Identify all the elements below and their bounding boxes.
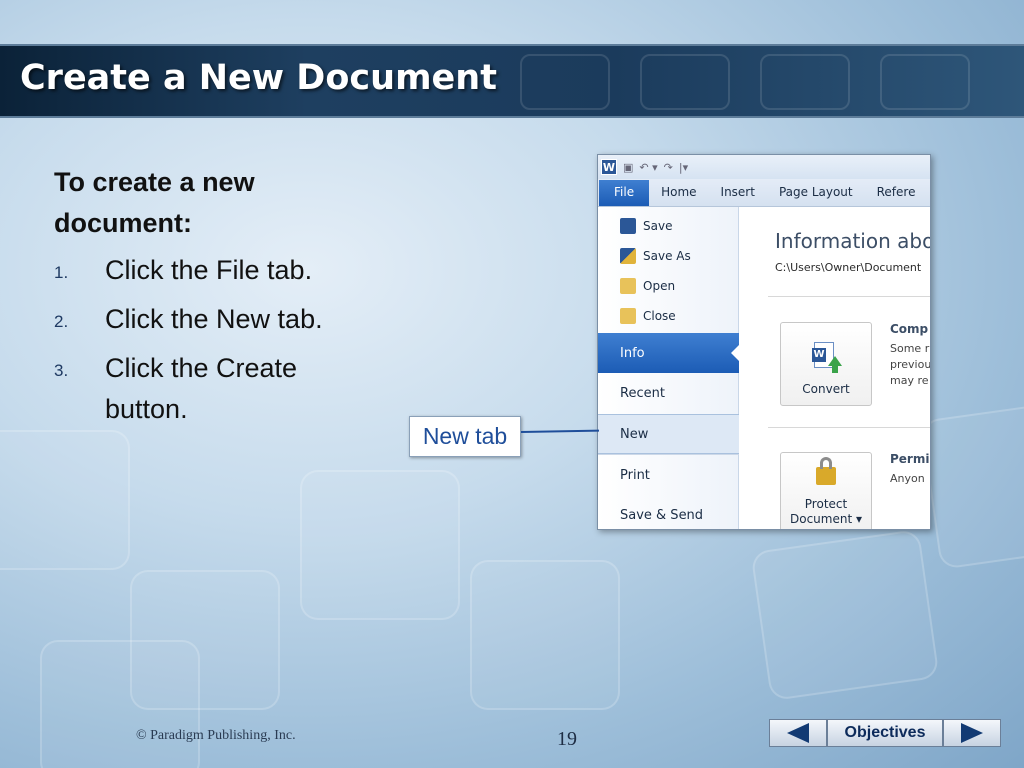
compat-heading: Comp — [890, 322, 929, 336]
instructions-intro: To create a new document: — [54, 167, 255, 238]
info-divider — [768, 427, 930, 428]
tab-references: Refere — [876, 185, 916, 199]
backstage-close-label: Close — [643, 309, 676, 323]
convert-card: W Convert — [780, 322, 872, 406]
arrow-left-icon — [787, 723, 809, 743]
quick-access-toolbar: W ▣ ↶ ▾ ↷ |▾ — [598, 155, 930, 179]
backstage-print: Print — [620, 467, 650, 483]
step-item: 2. Click the New tab. — [54, 299, 384, 340]
backstage-nav: Save Save As Open Close Info Recent New … — [598, 207, 739, 529]
step-number: 2. — [54, 312, 69, 331]
backstage-close: Close — [598, 303, 739, 329]
tab-file: File — [599, 180, 650, 206]
page-number: 19 — [557, 728, 577, 750]
compat-desc-3: may re — [890, 374, 929, 387]
copyright: © Paradigm Publishing, Inc. — [136, 728, 296, 743]
callout-connector — [520, 429, 600, 433]
step-text: Click the New tab. — [105, 304, 323, 334]
save-icon — [620, 218, 636, 234]
tab-insert: Insert — [720, 185, 755, 199]
backstage-new: New — [598, 414, 739, 454]
undo-icon: ↶ ▾ — [639, 160, 658, 174]
compat-desc-1: Some r — [890, 342, 930, 355]
backstage-save-as: Save As — [598, 243, 739, 269]
new-tab-callout: New tab — [409, 416, 521, 457]
backstage-save: Save — [598, 213, 739, 239]
info-divider — [768, 296, 930, 297]
info-path: C:\Users\Owner\Document — [775, 261, 922, 274]
title-bar: Create a New Document — [0, 44, 1024, 118]
arrow-right-icon — [961, 723, 983, 743]
permissions-heading: Permi — [890, 452, 930, 466]
tab-home: Home — [661, 185, 697, 199]
instructions: To create a new document: 1. Click the F… — [54, 162, 384, 438]
info-title: Information abo — [775, 229, 931, 253]
protect-label-line-1: Protect — [804, 497, 848, 511]
previous-slide-button[interactable] — [769, 719, 827, 747]
protect-label-line-2: Document ▾ — [789, 512, 862, 526]
step-item: 3. Click the Create button. — [54, 348, 384, 430]
backstage-recent: Recent — [620, 385, 665, 401]
redo-icon: ↷ — [663, 160, 673, 174]
step-text: Click the Create button. — [105, 353, 298, 424]
objectives-button[interactable]: Objectives — [827, 719, 943, 747]
step-item: 1. Click the File tab. — [54, 250, 384, 291]
backstage-save-send: Save & Send — [620, 507, 704, 523]
lock-keys-icon — [810, 457, 842, 489]
backstage-open-label: Open — [643, 279, 676, 293]
protect-document-card: Protect Document ▾ — [780, 452, 872, 529]
convert-label: Convert — [802, 382, 850, 396]
tab-page-layout: Page Layout — [778, 185, 853, 199]
slide-title: Create a New Document — [20, 58, 497, 98]
next-slide-button[interactable] — [943, 719, 1001, 747]
backstage-info: Info — [598, 333, 739, 373]
folder-open-icon — [620, 278, 636, 294]
backstage-open: Open — [598, 273, 739, 299]
word-logo-icon: W — [601, 159, 617, 175]
save-as-icon — [620, 248, 636, 264]
word-backstage-screenshot: W ▣ ↶ ▾ ↷ |▾ File Home Insert Page Layou… — [597, 154, 931, 530]
backstage-save-label: Save — [643, 219, 673, 233]
step-number: 1. — [54, 263, 69, 282]
info-pane: Information abo C:\Users\Owner\Document … — [740, 207, 931, 529]
compat-desc-2: previou — [890, 358, 931, 371]
step-text: Click the File tab. — [105, 255, 313, 285]
folder-close-icon — [620, 308, 636, 324]
backstage-save-as-label: Save As — [643, 249, 691, 263]
permissions-desc: Anyon — [890, 472, 925, 485]
steps-list: 1. Click the File tab. 2. Click the New … — [54, 250, 384, 430]
ribbon-tabs: File Home Insert Page Layout Refere — [598, 179, 930, 207]
save-icon: ▣ — [623, 160, 634, 174]
step-number: 3. — [54, 361, 69, 380]
customize-qat-icon: |▾ — [678, 160, 689, 174]
convert-document-icon: W — [810, 342, 842, 374]
